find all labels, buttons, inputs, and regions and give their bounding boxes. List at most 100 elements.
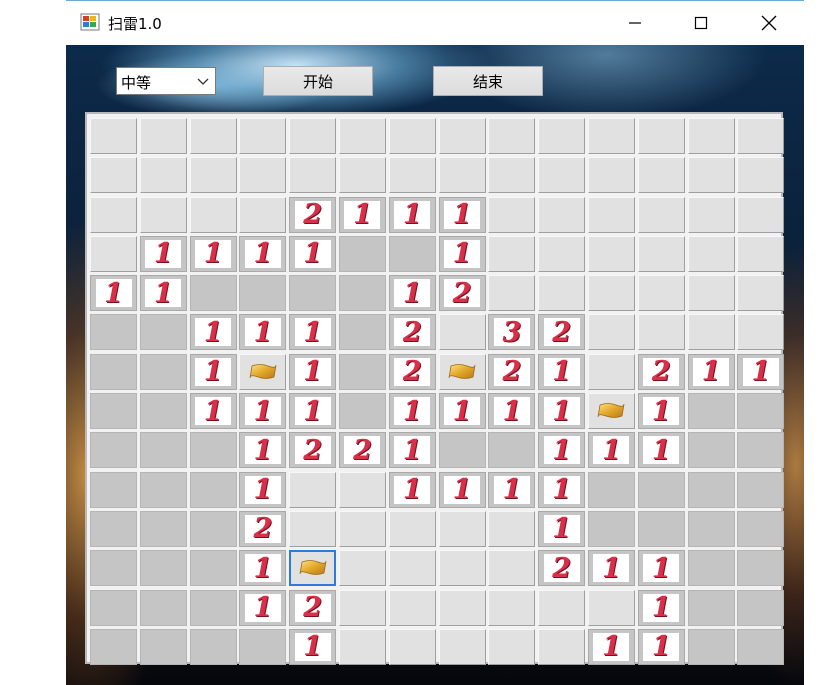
open-cell[interactable] (139, 628, 187, 665)
closed-cell[interactable] (438, 589, 486, 626)
closed-cell[interactable] (388, 628, 436, 665)
number-cell[interactable]: 2 (438, 275, 486, 312)
number-cell[interactable]: 1 (587, 432, 635, 469)
number-cell[interactable]: 1 (587, 628, 635, 665)
closed-cell[interactable] (90, 235, 137, 272)
open-cell[interactable] (338, 235, 386, 272)
closed-cell[interactable] (587, 196, 635, 233)
closed-cell[interactable] (338, 157, 386, 194)
number-cell[interactable]: 1 (637, 628, 685, 665)
number-cell[interactable]: 1 (388, 275, 436, 312)
number-cell[interactable]: 1 (538, 393, 586, 430)
open-cell[interactable] (587, 471, 635, 508)
closed-cell[interactable] (587, 589, 635, 626)
number-cell[interactable]: 1 (189, 314, 237, 351)
closed-cell[interactable] (637, 196, 685, 233)
number-cell[interactable]: 1 (438, 471, 486, 508)
closed-cell[interactable] (737, 118, 785, 154)
closed-cell[interactable] (388, 550, 436, 587)
number-cell[interactable]: 1 (239, 471, 287, 508)
closed-cell[interactable] (438, 550, 486, 587)
closed-cell[interactable] (438, 118, 486, 154)
number-cell[interactable]: 1 (737, 353, 785, 390)
closed-cell[interactable] (438, 157, 486, 194)
start-button[interactable]: 开始 (263, 66, 373, 96)
number-cell[interactable]: 1 (488, 471, 536, 508)
difficulty-select[interactable]: 中等 (116, 67, 216, 95)
closed-cell[interactable] (538, 589, 586, 626)
closed-cell[interactable] (737, 196, 785, 233)
number-cell[interactable]: 1 (239, 235, 287, 272)
closed-cell[interactable] (289, 471, 337, 508)
number-cell[interactable]: 1 (388, 196, 436, 233)
number-cell[interactable]: 1 (488, 393, 536, 430)
closed-cell[interactable] (90, 157, 137, 194)
closed-cell[interactable] (687, 235, 735, 272)
closed-cell[interactable] (239, 196, 287, 233)
closed-cell[interactable] (289, 118, 337, 154)
closed-cell[interactable] (139, 196, 187, 233)
number-cell[interactable]: 1 (90, 275, 137, 312)
closed-cell[interactable] (488, 235, 536, 272)
open-cell[interactable] (90, 353, 137, 390)
open-cell[interactable] (687, 510, 735, 547)
closed-cell[interactable] (587, 353, 635, 390)
open-cell[interactable] (139, 510, 187, 547)
number-cell[interactable]: 1 (388, 432, 436, 469)
open-cell[interactable] (687, 471, 735, 508)
open-cell[interactable] (687, 589, 735, 626)
open-cell[interactable] (737, 510, 785, 547)
closed-cell[interactable] (189, 118, 237, 154)
open-cell[interactable] (90, 628, 137, 665)
number-cell[interactable]: 1 (538, 510, 586, 547)
closed-cell[interactable] (488, 628, 536, 665)
number-cell[interactable]: 1 (637, 589, 685, 626)
number-cell[interactable]: 1 (189, 393, 237, 430)
open-cell[interactable] (687, 393, 735, 430)
number-cell[interactable]: 1 (438, 235, 486, 272)
open-cell[interactable] (737, 550, 785, 587)
closed-cell[interactable] (438, 314, 486, 351)
open-cell[interactable] (139, 471, 187, 508)
number-cell[interactable]: 1 (587, 550, 635, 587)
closed-cell[interactable] (338, 471, 386, 508)
open-cell[interactable] (338, 353, 386, 390)
open-cell[interactable] (687, 628, 735, 665)
closed-cell[interactable] (587, 314, 635, 351)
number-cell[interactable]: 2 (289, 589, 337, 626)
closed-cell[interactable] (388, 510, 436, 547)
open-cell[interactable] (139, 432, 187, 469)
number-cell[interactable]: 2 (538, 314, 586, 351)
closed-cell[interactable] (637, 314, 685, 351)
open-cell[interactable] (189, 471, 237, 508)
number-cell[interactable]: 3 (488, 314, 536, 351)
open-cell[interactable] (239, 275, 287, 312)
open-cell[interactable] (189, 589, 237, 626)
number-cell[interactable]: 1 (538, 353, 586, 390)
open-cell[interactable] (90, 589, 137, 626)
closed-cell[interactable] (538, 235, 586, 272)
closed-cell[interactable] (239, 157, 287, 194)
number-cell[interactable]: 1 (289, 393, 337, 430)
end-button[interactable]: 结束 (433, 66, 543, 96)
closed-cell[interactable] (637, 235, 685, 272)
open-cell[interactable] (189, 550, 237, 587)
open-cell[interactable] (90, 510, 137, 547)
number-cell[interactable]: 2 (388, 353, 436, 390)
open-cell[interactable] (90, 550, 137, 587)
closed-cell[interactable] (538, 118, 586, 154)
closed-cell[interactable] (687, 157, 735, 194)
number-cell[interactable]: 2 (239, 510, 287, 547)
number-cell[interactable]: 1 (239, 314, 287, 351)
closed-cell[interactable] (289, 157, 337, 194)
number-cell[interactable]: 1 (139, 275, 187, 312)
closed-cell[interactable] (338, 118, 386, 154)
closed-cell[interactable] (90, 196, 137, 233)
number-cell[interactable]: 1 (388, 393, 436, 430)
closed-cell[interactable] (538, 196, 586, 233)
closed-cell[interactable] (488, 550, 536, 587)
open-cell[interactable] (289, 275, 337, 312)
number-cell[interactable]: 1 (239, 393, 287, 430)
closed-cell[interactable] (338, 510, 386, 547)
open-cell[interactable] (189, 510, 237, 547)
